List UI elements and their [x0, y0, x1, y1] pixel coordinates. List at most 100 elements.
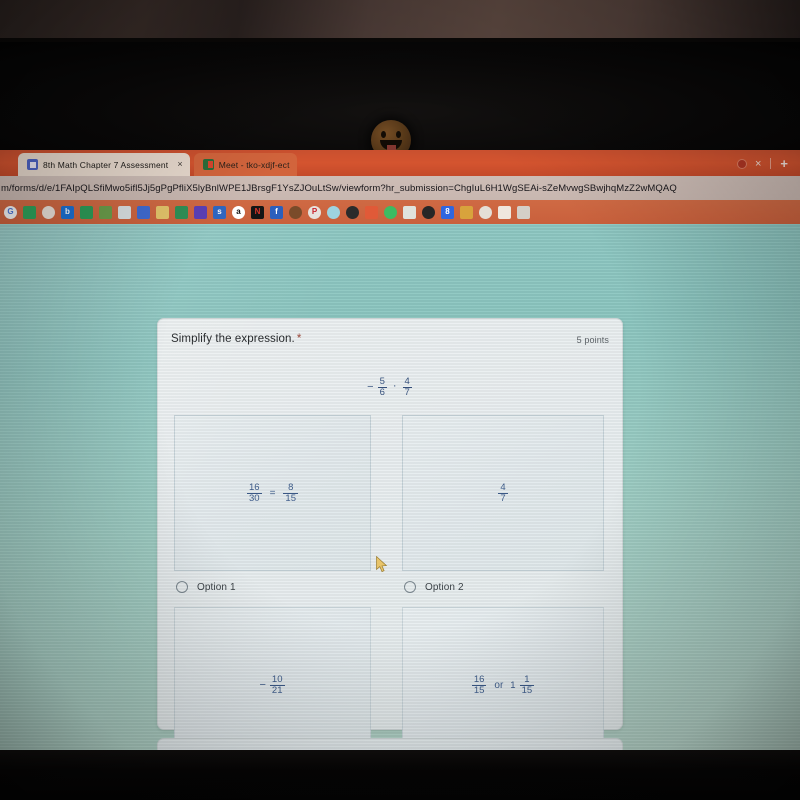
- contacts-bookmark[interactable]: [99, 205, 112, 219]
- option1-equals-sign: =: [269, 487, 276, 499]
- classroom-bookmark[interactable]: [23, 205, 36, 219]
- netflix-bookmark[interactable]: N: [251, 205, 264, 219]
- option-row-2[interactable]: Option 2: [404, 581, 464, 593]
- answer-image-option-2[interactable]: 4 7: [402, 415, 604, 571]
- expression-right-fraction: 4 7: [402, 376, 412, 398]
- option-label-2: Option 2: [425, 581, 464, 593]
- sticker-eye-right-icon: [396, 131, 401, 138]
- radio-button-option-2[interactable]: [404, 581, 416, 593]
- classroom2-bookmark[interactable]: [80, 205, 93, 219]
- pdf-bookmark[interactable]: [517, 205, 530, 219]
- option2-denominator: 7: [498, 492, 508, 504]
- radio-button-option-1[interactable]: [176, 581, 188, 593]
- pinterest-bookmark[interactable]: P: [308, 205, 321, 219]
- laptop-screen-photo: 8th Math Chapter 7 Assessment × Meet - t…: [0, 0, 800, 800]
- window-bookmark[interactable]: [498, 205, 511, 219]
- opera-bookmark[interactable]: [42, 205, 55, 219]
- option-label-1: Option 1: [197, 581, 236, 593]
- option1-left-fraction: 16 30: [247, 483, 262, 503]
- required-marker: *: [296, 333, 302, 345]
- answer-image-option-4[interactable]: 16 15 or 1 1 15: [402, 607, 604, 750]
- toolbar-divider: [770, 158, 772, 169]
- address-bar-url: m/forms/d/e/1FAIpQLSfiMwo5ifl5Jj5gPgPfli…: [1, 182, 677, 194]
- browser-tab-meet[interactable]: Meet - tko-xdjf-ect: [193, 153, 297, 176]
- option3-denominator: 21: [269, 684, 285, 696]
- photo-bottom-edge: [0, 750, 800, 800]
- question-expression: − 5 6 · 4 7: [158, 377, 622, 397]
- kahoot-bookmark[interactable]: [194, 205, 207, 219]
- question-title: Simplify the expression. *: [171, 333, 301, 345]
- prodigy-bookmark[interactable]: [175, 205, 188, 219]
- option4-improper-denominator: 15: [471, 684, 487, 696]
- expression-right-numerator: 4: [404, 376, 410, 387]
- option1-left-numerator: 16: [249, 481, 260, 493]
- option3-numerator: 10: [271, 673, 283, 685]
- question-card: Simplify the expression. * 5 points − 5 6…: [157, 318, 623, 750]
- option1-right-fraction: 8 15: [283, 483, 298, 503]
- expression-sign: −: [367, 381, 374, 394]
- question-title-text: Simplify the expression.: [171, 333, 295, 345]
- character-bookmark[interactable]: [289, 205, 302, 219]
- google-forms-icon: [27, 159, 38, 170]
- messages-bookmark[interactable]: [384, 205, 397, 219]
- expression-right-denominator: 7: [402, 386, 412, 398]
- google-forms-page: Simplify the expression. * 5 points − 5 6…: [0, 224, 800, 750]
- browser-tab-meet-title: Meet - tko-xdjf-ect: [218, 159, 290, 170]
- question-header: Simplify the expression. * 5 points: [171, 333, 609, 345]
- laptop-bezel: [0, 42, 800, 160]
- blue-app-bookmark[interactable]: 8: [441, 205, 454, 219]
- option4-improper-fraction: 16 15: [471, 673, 487, 696]
- option2-fraction: 4 7: [498, 481, 508, 504]
- slides-bookmark[interactable]: [156, 205, 169, 219]
- browser-tab-forms-title: 8th Math Chapter 7 Assessment: [43, 159, 169, 170]
- soundcloud-bookmark[interactable]: [365, 205, 378, 219]
- address-bar[interactable]: m/forms/d/e/1FAIpQLSfiMwo5ifl5Jj5gPgPfli…: [0, 176, 800, 200]
- option3-sign: −: [259, 679, 266, 691]
- option-row-1[interactable]: Option 1: [176, 581, 236, 593]
- bing-bookmark[interactable]: b: [61, 205, 74, 219]
- globe2-bookmark[interactable]: [422, 205, 435, 219]
- google-docs-bookmark[interactable]: [137, 205, 150, 219]
- option1-right-denominator: 15: [283, 492, 298, 504]
- room-background: [0, 0, 800, 46]
- next-question-card[interactable]: [157, 738, 623, 750]
- browser-tab-forms[interactable]: 8th Math Chapter 7 Assessment ×: [18, 153, 190, 176]
- sheets-bookmark[interactable]: [403, 205, 416, 219]
- option4-improper-numerator: 16: [473, 673, 485, 685]
- option1-left-denominator: 30: [247, 492, 262, 504]
- option4-mixed-fraction: 1 15: [519, 673, 535, 696]
- sparkle-bookmark[interactable]: [460, 205, 473, 219]
- option4-mixed-denominator: 15: [519, 684, 535, 696]
- answer-image-option-1[interactable]: 16 30 = 8 15: [174, 415, 371, 571]
- facebook-bookmark[interactable]: f: [270, 205, 283, 219]
- option1-right-numerator: 8: [288, 481, 294, 493]
- window-close-icon[interactable]: ×: [755, 158, 761, 170]
- google-drive-bookmark[interactable]: [118, 205, 131, 219]
- chrome-browser-window: 8th Math Chapter 7 Assessment × Meet - t…: [0, 150, 800, 750]
- acorn-bookmark[interactable]: [479, 205, 492, 219]
- browser-globe-bookmark[interactable]: [346, 205, 359, 219]
- amazon-bookmark[interactable]: a: [232, 205, 245, 219]
- browser-tab-strip: 8th Math Chapter 7 Assessment × Meet - t…: [0, 150, 800, 176]
- google-bookmark[interactable]: G: [4, 205, 17, 219]
- option4-mixed-numerator: 1: [524, 673, 530, 685]
- browser-tab-forms-close-icon[interactable]: ×: [177, 160, 182, 169]
- option4-conjunction: or: [494, 679, 504, 691]
- recording-dot-icon[interactable]: [737, 159, 746, 168]
- question-points-badge: 5 points: [576, 335, 609, 345]
- expression-left-fraction: 5 6: [377, 376, 387, 398]
- cupcake-bookmark[interactable]: [327, 205, 340, 219]
- option2-numerator: 4: [500, 481, 506, 493]
- tab-strip-controls: × +: [737, 156, 800, 176]
- expression-left-numerator: 5: [379, 376, 385, 387]
- google-meet-icon: [202, 159, 214, 170]
- option4-whole-number: 1: [510, 679, 516, 691]
- mouse-pointer-icon: [376, 556, 388, 573]
- new-tab-button[interactable]: +: [780, 156, 788, 171]
- sis-bookmark[interactable]: s: [213, 205, 226, 219]
- option3-fraction: 10 21: [269, 673, 285, 696]
- expression-left-denominator: 6: [377, 386, 387, 398]
- answer-image-option-3[interactable]: − 10 21: [174, 607, 371, 750]
- expression-operator: ·: [392, 379, 397, 392]
- bookmarks-bar: Gb saNf P 8: [0, 200, 800, 224]
